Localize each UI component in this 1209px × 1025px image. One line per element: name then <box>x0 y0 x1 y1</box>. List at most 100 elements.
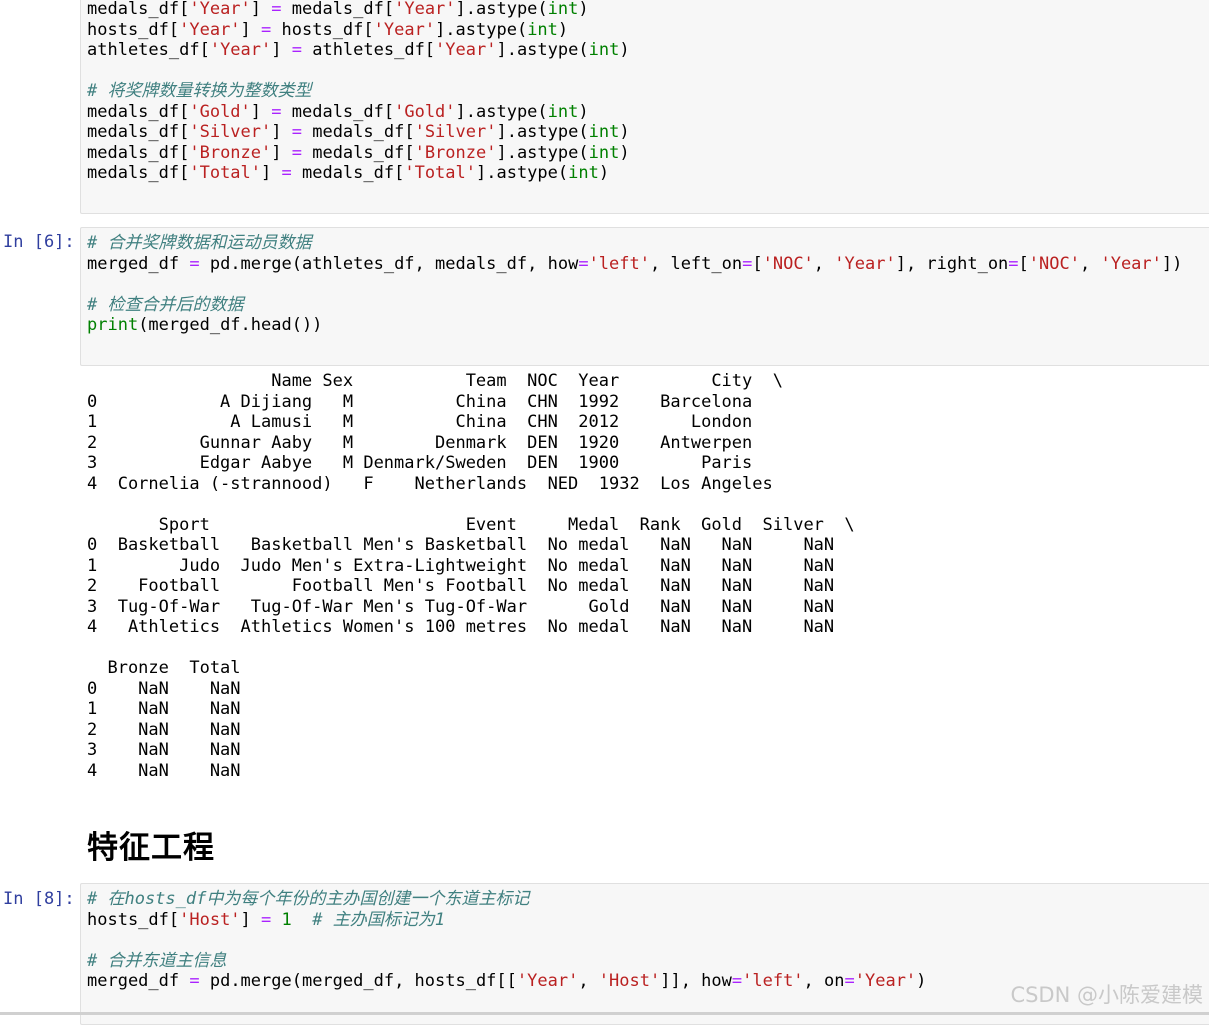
output-line: Bronze Total <box>87 658 261 678</box>
code-token: # 主办国标记为1 <box>312 909 445 930</box>
code-token: medals_df[ <box>281 0 395 19</box>
code-token: medals_df[ <box>87 163 190 183</box>
code-token: = <box>844 971 855 991</box>
code-token: hosts_df[ <box>87 909 180 930</box>
code-token: , on <box>803 971 845 991</box>
code-token: [ <box>752 253 763 274</box>
code-token: 'Total' <box>404 163 476 183</box>
code-token: ].astype( <box>435 19 528 40</box>
output-line: 4 Cornelia (-strannood) F Netherlands NE… <box>87 473 804 494</box>
code-editor[interactable]: # 在hosts_df中为每个年份的主办国创建一个东道主标记 hosts_df['… <box>87 889 926 992</box>
code-token: 'Year' <box>854 971 917 991</box>
code-line: print(merged_df.head()) <box>87 315 1182 336</box>
code-line: hosts_df['Host'] = 1 # 主办国标记为1 <box>87 910 926 931</box>
code-line: athletes_df['Year'] = athletes_df['Year'… <box>87 40 630 61</box>
code-token: ] <box>250 101 272 122</box>
code-token: = <box>261 19 272 40</box>
code-token: = <box>189 253 200 274</box>
code-token: 'Year' <box>516 971 579 991</box>
code-token: int <box>547 101 579 122</box>
code-token: merged_df <box>87 971 190 991</box>
code-line: medals_df['Year'] = medals_df['Year'].as… <box>87 0 630 20</box>
code-cell-1[interactable]: medals_df['Year'] = medals_df['Year'].as… <box>80 0 1209 214</box>
code-line: medals_df['Gold'] = medals_df['Gold'].as… <box>87 102 630 123</box>
output-line: 1 Judo Judo Men's Extra-Lightweight No m… <box>87 555 865 576</box>
code-token: 'Bronze' <box>189 142 272 163</box>
watermark: CSDN @小陈爱建模 <box>1010 983 1203 1007</box>
output-line: 2 Gunnar Aaby M Denmark DEN 1920 Antwerp… <box>87 432 783 453</box>
code-token: = <box>291 40 302 60</box>
code-token: [ <box>1018 253 1029 274</box>
code-token: int <box>588 40 620 60</box>
output-line: 1 A Lamusi M China CHN 2012 London <box>87 412 783 432</box>
code-token: athletes_df[ <box>87 40 210 60</box>
code-token: medals_df[ <box>87 142 190 163</box>
code-token: print <box>87 315 139 335</box>
code-token: int <box>588 142 620 163</box>
code-token: 1 <box>281 909 292 930</box>
code-token: medals_df[ <box>301 142 415 163</box>
code-token: int <box>547 0 579 19</box>
code-token: 'Gold' <box>189 101 251 122</box>
code-token: = <box>261 909 272 930</box>
code-token: = <box>281 163 292 183</box>
code-token: = <box>271 0 282 19</box>
code-token: = <box>742 253 753 274</box>
code-token: = <box>291 142 302 163</box>
code-line: # 合并东道主信息 <box>87 951 926 972</box>
code-token: medals_df[ <box>281 101 395 122</box>
code-line: merged_df = pd.merge(merged_df, hosts_df… <box>87 971 926 992</box>
code-token: ) <box>619 142 630 163</box>
code-token: ].astype( <box>496 122 589 142</box>
code-token: ) <box>578 0 589 19</box>
code-token: 'NOC' <box>762 253 814 274</box>
code-token: = <box>578 253 589 274</box>
code-token: ] <box>271 40 292 60</box>
code-token: athletes_df[ <box>301 40 436 60</box>
code-token: ) <box>619 122 630 142</box>
code-token: hosts_df[ <box>271 19 374 40</box>
code-line: medals_df['Total'] = medals_df['Total'].… <box>87 163 630 184</box>
code-token: ) <box>557 19 569 40</box>
section-heading: 特征工程 <box>87 830 215 866</box>
code-cell-6[interactable]: # 合并奖牌数据和运动员数据 merged_df = pd.merge(athle… <box>80 227 1209 366</box>
code-token: , <box>813 253 835 274</box>
code-line: medals_df['Silver'] = medals_df['Silver'… <box>87 122 630 143</box>
code-token: medals_df[ <box>87 0 190 19</box>
code-token: 'Gold' <box>394 101 456 122</box>
code-token: 'Host' <box>179 909 241 930</box>
code-token: # 检查合并后的数据 <box>87 294 244 315</box>
code-line: # 将奖牌数量转换为整数类型 <box>87 81 630 102</box>
code-editor[interactable]: medals_df['Year'] = medals_df['Year'].as… <box>87 0 630 184</box>
code-token: ) <box>619 40 630 60</box>
code-token: hosts_df[ <box>87 19 180 40</box>
code-token: 'Bronze' <box>414 142 497 163</box>
code-token: int <box>568 163 599 183</box>
code-token: ].astype( <box>455 0 548 19</box>
code-token: ) <box>578 101 589 122</box>
output-line: 3 Edgar Aabye M Denmark/Sweden DEN 1900 … <box>87 453 783 473</box>
output-line: Sport Event Medal Rank Gold Silver \ <box>87 514 855 535</box>
code-editor[interactable]: # 合并奖牌数据和运动员数据 merged_df = pd.merge(athle… <box>87 233 1182 336</box>
code-token: ] <box>240 909 262 930</box>
code-token: 'Year' <box>373 19 436 40</box>
code-token: 'left' <box>588 253 650 274</box>
code-token: ) <box>598 163 610 183</box>
code-token: 'Year' <box>435 40 497 60</box>
output-line: 1 NaN NaN <box>87 699 261 719</box>
code-token: pd.merge(merged_df, hosts_df[[ <box>199 971 517 991</box>
code-token: 'Year' <box>179 19 241 40</box>
code-token: = <box>271 101 282 122</box>
code-token: , <box>1079 253 1101 274</box>
output-line: 2 NaN NaN <box>87 719 261 740</box>
code-token: ] <box>271 142 292 163</box>
code-token: # 在hosts_df中为每个年份的主办国创建一个东道主标记 <box>87 889 530 909</box>
output-line: 3 NaN NaN <box>87 740 261 760</box>
code-line: medals_df['Bronze'] = medals_df['Bronze'… <box>87 143 630 164</box>
code-token: medals_df[ <box>291 163 405 183</box>
code-line: # 合并奖牌数据和运动员数据 <box>87 233 1182 254</box>
